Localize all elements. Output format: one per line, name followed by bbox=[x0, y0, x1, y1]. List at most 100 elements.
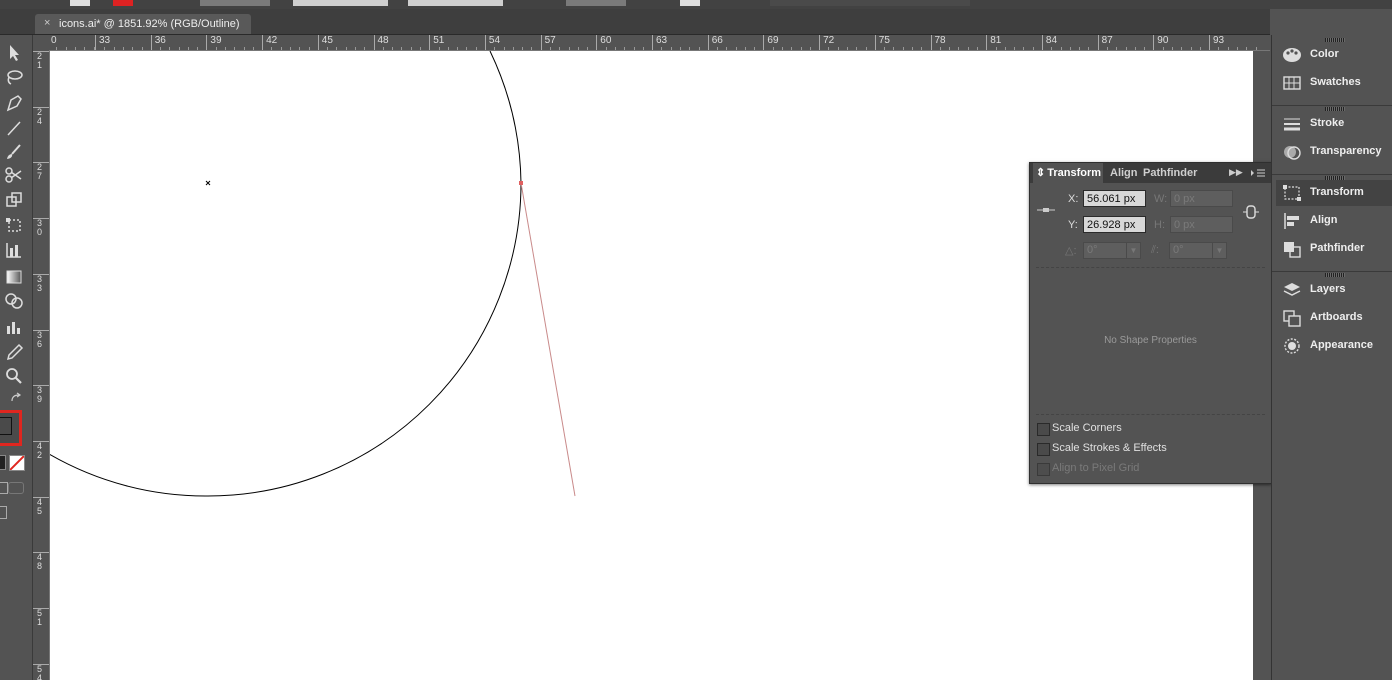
ruler-tick-label: 63 bbox=[652, 35, 667, 50]
scale-tool-icon[interactable] bbox=[3, 190, 25, 210]
ruler-minor-tick bbox=[995, 47, 997, 50]
stroke-swatch-control[interactable] bbox=[70, 0, 90, 6]
dock-item-artboards[interactable]: Artboards bbox=[1276, 305, 1392, 331]
tab-transform[interactable]: ⇕ Transform bbox=[1033, 163, 1103, 183]
ruler-minor-tick bbox=[791, 47, 793, 50]
ruler-minor-tick bbox=[1144, 47, 1146, 50]
pen-tool-icon[interactable] bbox=[3, 93, 25, 113]
ruler-tick-label: 57 bbox=[540, 35, 556, 50]
align-controls[interactable] bbox=[770, 0, 970, 6]
scale-strokes-checkbox[interactable] bbox=[1037, 443, 1050, 456]
ruler-minor-tick bbox=[104, 47, 106, 50]
x-field[interactable]: 56.061 px bbox=[1083, 190, 1146, 207]
ruler-minor-tick bbox=[689, 47, 691, 50]
paintbrush-tool-icon[interactable] bbox=[3, 142, 25, 162]
brush-definition-control[interactable] bbox=[408, 0, 503, 6]
style-control[interactable] bbox=[680, 0, 700, 6]
ruler-minor-tick bbox=[215, 47, 217, 50]
ruler-minor-tick bbox=[614, 47, 616, 50]
panel-menu-icon[interactable] bbox=[1249, 166, 1267, 180]
ruler-minor-tick bbox=[345, 47, 347, 50]
stroke-weight-control[interactable] bbox=[200, 0, 270, 6]
ruler-tick-label: 69 bbox=[763, 35, 779, 50]
dock-item-align[interactable]: Align bbox=[1276, 208, 1392, 234]
drawing-mode-icon[interactable] bbox=[0, 482, 8, 494]
shape-builder-tool-icon[interactable] bbox=[3, 291, 25, 311]
ruler-tick-label: 75 bbox=[874, 35, 890, 50]
opacity-control[interactable] bbox=[566, 0, 626, 6]
ruler-origin[interactable] bbox=[33, 35, 50, 50]
line-tool-icon[interactable] bbox=[3, 118, 25, 138]
selection-tool-icon[interactable] bbox=[3, 43, 25, 63]
shear-select[interactable]: 0° ▼ bbox=[1169, 242, 1227, 259]
gradient-tool-icon[interactable] bbox=[3, 267, 25, 287]
dock-item-color[interactable]: Color bbox=[1276, 42, 1392, 68]
swap-fill-stroke-icon[interactable] bbox=[10, 391, 24, 409]
ruler-minor-tick bbox=[382, 47, 384, 50]
screen-mode-icon[interactable] bbox=[0, 506, 7, 519]
horizontal-ruler[interactable]: 0 33 36 39 42 45 48 51 54 57 60 63 66 69 72 75 78 81 84 87 9… bbox=[50, 35, 1270, 51]
scale-corners-checkbox[interactable] bbox=[1037, 423, 1050, 436]
ruler-tick-label: 5 4 bbox=[33, 663, 49, 680]
fill-swatch-control[interactable] bbox=[113, 0, 133, 6]
reference-point-icon[interactable] bbox=[1036, 203, 1056, 222]
ruler-minor-tick bbox=[800, 47, 802, 50]
free-transform-tool-icon[interactable] bbox=[3, 215, 25, 235]
ruler-minor-tick bbox=[1134, 47, 1136, 50]
ruler-minor-tick bbox=[782, 47, 783, 50]
h-field[interactable]: 0 px bbox=[1170, 216, 1233, 233]
ruler-tick-label: 33 bbox=[95, 35, 110, 50]
dock-item-stroke[interactable]: Stroke bbox=[1276, 111, 1392, 137]
ruler-minor-tick bbox=[169, 47, 171, 50]
align-pixel-grid-checkbox[interactable] bbox=[1037, 463, 1050, 476]
tab-align[interactable]: Align bbox=[1110, 163, 1140, 183]
dock-item-transparency[interactable]: Transparency bbox=[1276, 139, 1392, 165]
transform-panel-tabs: ⇕ Transform Align Pathfinder ▶▶ bbox=[1030, 163, 1271, 183]
ruler-minor-tick bbox=[522, 47, 524, 50]
ruler-minor-tick bbox=[308, 47, 310, 50]
shear-icon: ⫽: bbox=[1151, 244, 1159, 256]
variable-width-profile-control[interactable] bbox=[293, 0, 388, 6]
control-bar bbox=[0, 0, 1392, 9]
ruler-minor-tick bbox=[1088, 47, 1090, 50]
eyedropper-tool-icon[interactable] bbox=[3, 342, 25, 362]
align-bars-icon bbox=[1282, 212, 1302, 230]
zoom-tool-icon[interactable] bbox=[3, 366, 25, 386]
ruler-minor-tick bbox=[967, 47, 969, 50]
dock-item-label: Stroke bbox=[1310, 117, 1345, 129]
ruler-tick-label: 4 8 bbox=[33, 552, 49, 571]
close-icon[interactable]: × bbox=[44, 17, 50, 29]
ruler-tick-label: 72 bbox=[819, 35, 834, 50]
vertical-ruler[interactable]: 2 1 2 4 2 7 3 0 3 3 3 6 3 9 4 2 4 5 4 8 5 1 5 4 bbox=[33, 50, 50, 680]
dock-item-pathfinder[interactable]: Pathfinder bbox=[1276, 236, 1392, 262]
scissors-tool-icon[interactable] bbox=[3, 165, 25, 185]
color-mode-button[interactable] bbox=[0, 455, 6, 470]
document-tab[interactable]: × icons.ai* @ 1851.92% (RGB/Outline) bbox=[35, 14, 251, 34]
collapse-panel-icon[interactable]: ▶▶ bbox=[1229, 167, 1243, 178]
column-graph-tool-icon[interactable] bbox=[3, 317, 25, 337]
ruler-minor-tick bbox=[1181, 47, 1183, 50]
x-label: X: bbox=[1068, 193, 1079, 205]
w-field[interactable]: 0 px bbox=[1170, 190, 1233, 207]
rotate-select[interactable]: 0° ▼ bbox=[1083, 242, 1141, 259]
ruler-minor-tick bbox=[679, 47, 681, 50]
ruler-minor-tick bbox=[178, 47, 180, 50]
ruler-minor-tick bbox=[494, 47, 496, 50]
constrain-proportions-icon[interactable] bbox=[1242, 203, 1260, 226]
appearance-circle-icon bbox=[1282, 337, 1302, 355]
dock-item-transform[interactable]: Transform bbox=[1276, 180, 1392, 206]
ruler-tick-label: 36 bbox=[150, 35, 166, 50]
transform-panel: ⇕ Transform Align Pathfinder ▶▶ X: 56.061… bbox=[1029, 162, 1272, 484]
tab-pathfinder[interactable]: Pathfinder bbox=[1143, 163, 1213, 183]
pathfinder-squares-icon bbox=[1282, 240, 1302, 258]
graph-grid-tool-icon[interactable] bbox=[3, 240, 25, 260]
dock-item-swatches[interactable]: Swatches bbox=[1276, 70, 1392, 96]
dock-item-layers[interactable]: Layers bbox=[1276, 277, 1392, 303]
ruler-minor-tick bbox=[837, 47, 839, 50]
draw-inside-icon[interactable] bbox=[8, 482, 24, 494]
none-color-icon[interactable] bbox=[9, 455, 25, 471]
ruler-minor-tick bbox=[1171, 47, 1173, 50]
y-field[interactable]: 26.928 px bbox=[1083, 216, 1146, 233]
lasso-tool-icon[interactable] bbox=[3, 68, 25, 88]
dock-item-appearance[interactable]: Appearance bbox=[1276, 333, 1392, 359]
